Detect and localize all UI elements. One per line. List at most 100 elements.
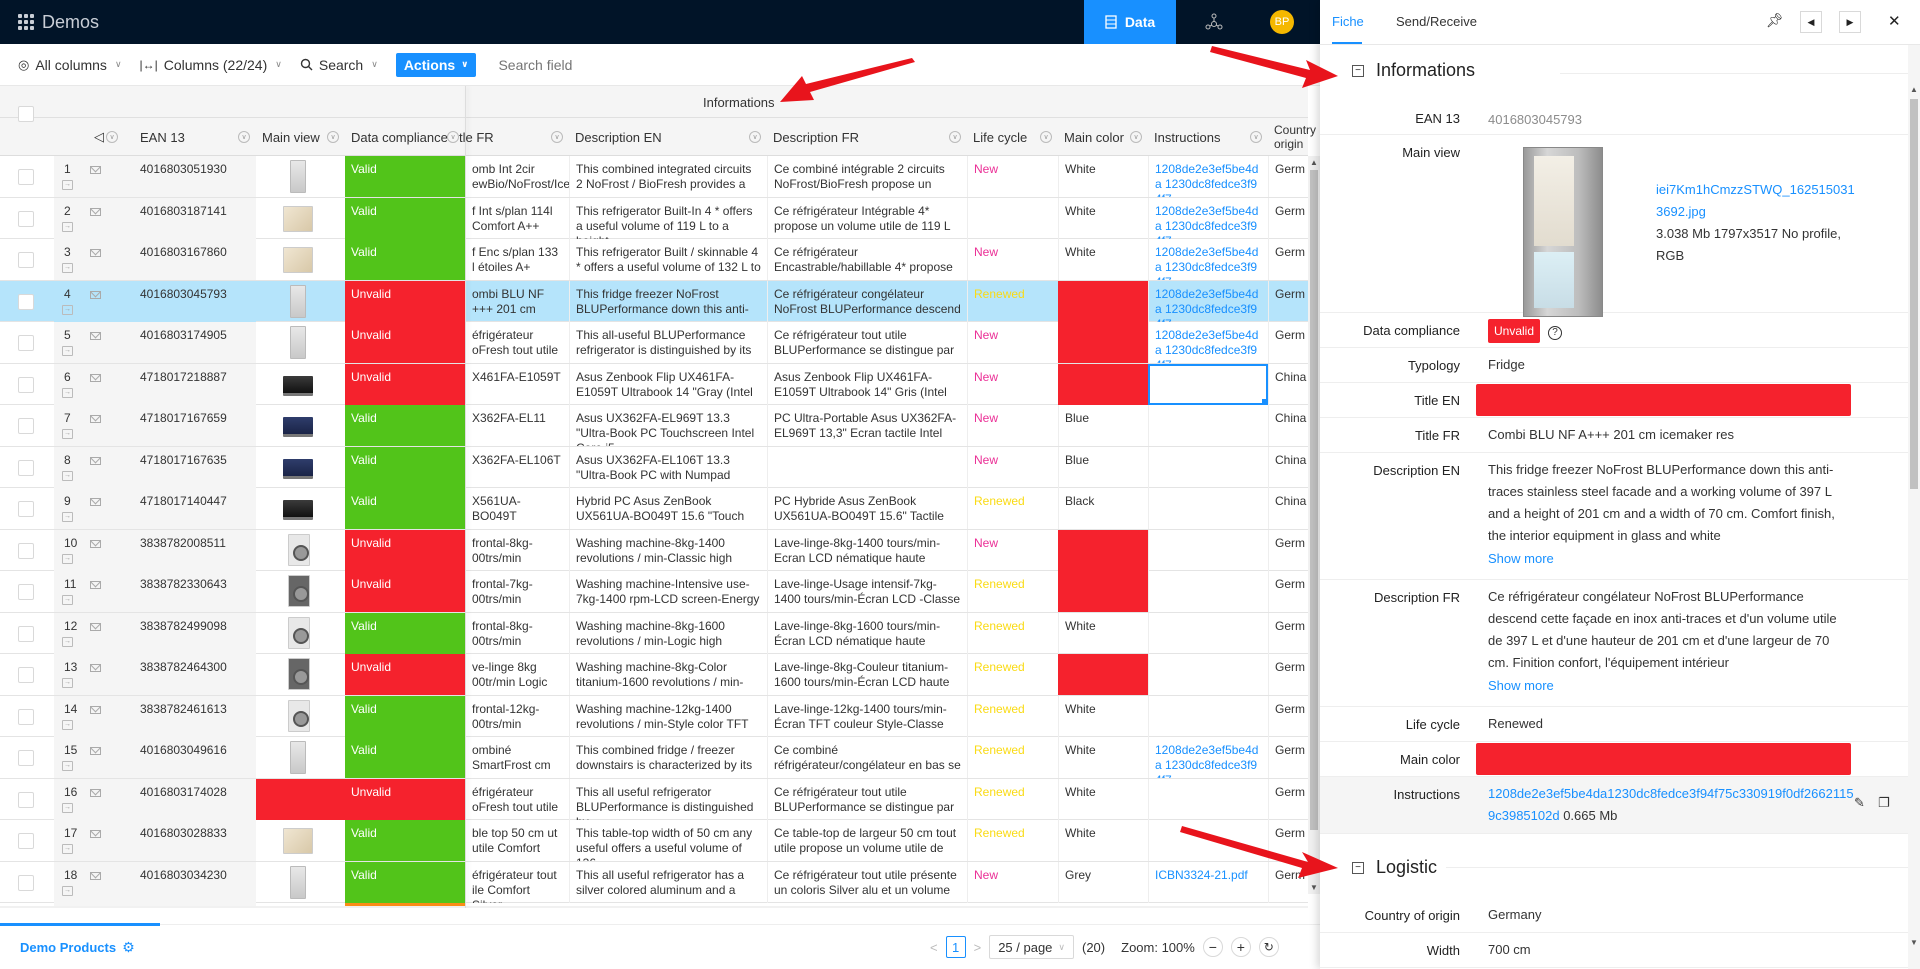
tab-send-receive[interactable]: Send/Receive	[1396, 14, 1477, 29]
ean-cell[interactable]: 3838782330643	[134, 571, 256, 612]
main-color-cell[interactable]: White	[1058, 695, 1148, 737]
row-checkbox[interactable]	[18, 252, 34, 268]
description-fr-cell[interactable]: PC Hybride Asus ZenBook UX561UA-BO049T 1…	[767, 488, 967, 529]
search-field-input[interactable]	[498, 56, 799, 73]
mail-icon[interactable]	[90, 581, 101, 589]
search-dropdown[interactable]: Search ∨	[300, 57, 378, 73]
country-cell[interactable]: China	[1268, 363, 1308, 405]
mail-icon[interactable]	[90, 415, 101, 423]
description-fr-cell[interactable]: Lave-linge-Usage intensif-7kg-1400 tours…	[767, 571, 967, 612]
column-header-life-cycle[interactable]: Life cycle ∨	[967, 118, 1058, 156]
title-fr-cell[interactable]: f Enc s/plan 133 l étoiles A+	[465, 239, 569, 280]
title-fr-cell[interactable]: X362FA-EL11	[465, 405, 569, 446]
main-color-cell[interactable]: White	[1058, 778, 1148, 820]
product-thumbnail[interactable]	[283, 458, 313, 479]
collapse-icon[interactable]: −	[1352, 64, 1364, 77]
title-fr-cell[interactable]: ombi BLU NF +++ 201 cm	[465, 280, 569, 322]
show-more-link[interactable]: Show more	[1488, 678, 1554, 693]
title-fr-cell[interactable]: frontal-8kg- 00trs/min	[465, 529, 569, 571]
description-en-cell[interactable]: Asus UX362FA-EL969T 13.3 "Ultra-Book PC …	[569, 405, 767, 446]
country-cell[interactable]: Germ	[1268, 737, 1308, 778]
column-header-description-fr[interactable]: Description FR ∨	[767, 118, 967, 156]
filter-icon[interactable]: ∨	[551, 131, 563, 143]
copy-icon[interactable]: ❐	[1878, 795, 1890, 811]
country-cell[interactable]: Germ	[1268, 156, 1308, 197]
title-fr-cell[interactable]: éfrigérateur tout ile Comfort Silver	[465, 861, 569, 903]
description-fr-cell[interactable]: Ce réfrigérateur Encastrable/habillable …	[767, 239, 967, 280]
main-color-cell[interactable]: White	[1058, 737, 1148, 778]
column-header-description-en[interactable]: Description EN ∨	[569, 118, 767, 156]
description-fr-cell[interactable]: Ce réfrigérateur Intégrable 4* propose u…	[767, 197, 967, 239]
help-icon[interactable]: ?	[1548, 326, 1563, 340]
compliance-cell[interactable]: Valid	[345, 405, 465, 446]
ean-cell[interactable]: 4016803187141	[134, 197, 256, 239]
description-fr-cell[interactable]: Lave-linge-8kg-Couleur titanium-1600 tou…	[767, 654, 967, 695]
table-row[interactable]: 4 → 4016803045793 Unvalid ombi BLU NF +++ 20…	[0, 280, 1308, 322]
ean-cell[interactable]: 4016803167860	[134, 239, 256, 280]
life-cycle-cell[interactable]: New	[967, 446, 1058, 488]
life-cycle-cell[interactable]: New	[967, 156, 1058, 197]
description-en-cell[interactable]: This fridge freezer NoFrost BLUPerforman…	[569, 280, 767, 322]
description-en-cell[interactable]: This refrigerator Built-In 4 * offers a …	[569, 197, 767, 239]
life-cycle-cell[interactable]: Renewed	[967, 488, 1058, 529]
compliance-cell[interactable]: Unvalid	[345, 571, 465, 612]
description-en-cell[interactable]: Washing machine-12kg-1400 revolutions / …	[569, 695, 767, 737]
main-color-cell-missing[interactable]	[1058, 363, 1148, 405]
ean-cell[interactable]: 4718017167635	[134, 446, 256, 488]
ean-cell[interactable]: 3838782461613	[134, 695, 256, 737]
select-all-checkbox[interactable]	[18, 106, 34, 122]
row-checkbox[interactable]	[18, 542, 34, 559]
instructions-cell[interactable]: 1208de2e3ef5be4da 1230dc8fedce3f94f7	[1148, 280, 1268, 322]
next-record-button[interactable]: ▶	[1839, 11, 1861, 33]
instructions-cell[interactable]	[1148, 778, 1268, 820]
ean-cell[interactable]: 4016803034230	[134, 861, 256, 903]
row-checkbox[interactable]	[18, 708, 34, 725]
description-fr-cell[interactable]: Ce combiné intégrable 2 circuits NoFrost…	[767, 156, 967, 197]
ean-cell[interactable]: 4016803174905	[134, 322, 256, 363]
table-row[interactable]: 6 → 4718017218887 Unvalid X461FA-E1059T Asus …	[0, 363, 1308, 405]
row-checkbox[interactable]	[18, 625, 34, 642]
main-color-cell[interactable]: Grey	[1058, 861, 1148, 903]
row-checkbox[interactable]	[18, 584, 34, 600]
instructions-cell[interactable]: 1208de2e3ef5be4da 1230dc8fedce3f94f7	[1148, 239, 1268, 280]
open-record-icon[interactable]: →	[62, 844, 73, 854]
ean-cell[interactable]: 4016803174028	[134, 778, 256, 820]
country-cell[interactable]: Germ	[1268, 239, 1308, 280]
description-fr-cell[interactable]: Lave-linge-8kg-1600 tours/min-Écran LCD …	[767, 612, 967, 654]
product-thumbnail[interactable]	[283, 375, 313, 396]
table-row[interactable]: 7 → 4718017167659 Valid X362FA-EL11 Asus UX36…	[0, 405, 1308, 447]
country-cell[interactable]: Germ	[1268, 654, 1308, 695]
main-color-cell[interactable]: White	[1058, 612, 1148, 654]
scroll-down-icon[interactable]: ▼	[1310, 883, 1318, 892]
description-en-cell[interactable]: This all-useful BLUPerformance refrigera…	[569, 322, 767, 363]
compliance-cell[interactable]: Unvalid	[345, 654, 465, 695]
description-en-cell[interactable]: Asus UX362FA-EL106T 13.3 "Ultra-Book PC …	[569, 446, 767, 488]
country-cell[interactable]: Germ	[1268, 612, 1308, 654]
product-thumbnail[interactable]	[288, 699, 310, 732]
mail-icon[interactable]	[90, 788, 101, 797]
instructions-cell[interactable]	[1148, 363, 1268, 405]
open-record-icon[interactable]: →	[62, 761, 73, 771]
main-color-cell[interactable]: White	[1058, 239, 1148, 280]
product-thumbnail[interactable]	[290, 741, 306, 774]
description-fr-cell[interactable]: Lave-linge-12kg-1400 tours/min-Écran TFT…	[767, 695, 967, 737]
ean-cell[interactable]: 3838782464300	[134, 654, 256, 695]
title-fr-cell[interactable]: frontal-8kg- 00trs/min	[465, 612, 569, 654]
instructions-cell[interactable]: 1208de2e3ef5be4da 1230dc8fedce3f94f7	[1148, 197, 1268, 239]
description-fr-cell[interactable]: Ce réfrigérateur tout utile BLUPerforman…	[767, 322, 967, 363]
life-cycle-cell[interactable]: New	[967, 405, 1058, 446]
main-color-cell-missing[interactable]	[1058, 529, 1148, 571]
row-checkbox[interactable]	[18, 169, 34, 185]
table-row[interactable]: 18 → 4016803034230 Valid éfrigérateur tout i…	[0, 861, 1308, 903]
mail-icon[interactable]	[90, 664, 101, 672]
country-cell[interactable]: China	[1268, 446, 1308, 488]
open-record-icon[interactable]: →	[62, 180, 73, 190]
image-file-link[interactable]: iei7Km1hCmzzSTWQ_1625150313692.jpg	[1656, 182, 1855, 219]
life-cycle-cell[interactable]: Renewed	[967, 571, 1058, 612]
instructions-cell[interactable]	[1148, 820, 1268, 861]
open-record-icon[interactable]: →	[62, 304, 73, 315]
description-en-cell[interactable]: This all useful refrigerator BLUPerforma…	[569, 778, 767, 820]
product-thumbnail[interactable]	[283, 205, 313, 232]
mail-icon[interactable]	[90, 166, 101, 174]
main-color-cell[interactable]: White	[1058, 156, 1148, 197]
